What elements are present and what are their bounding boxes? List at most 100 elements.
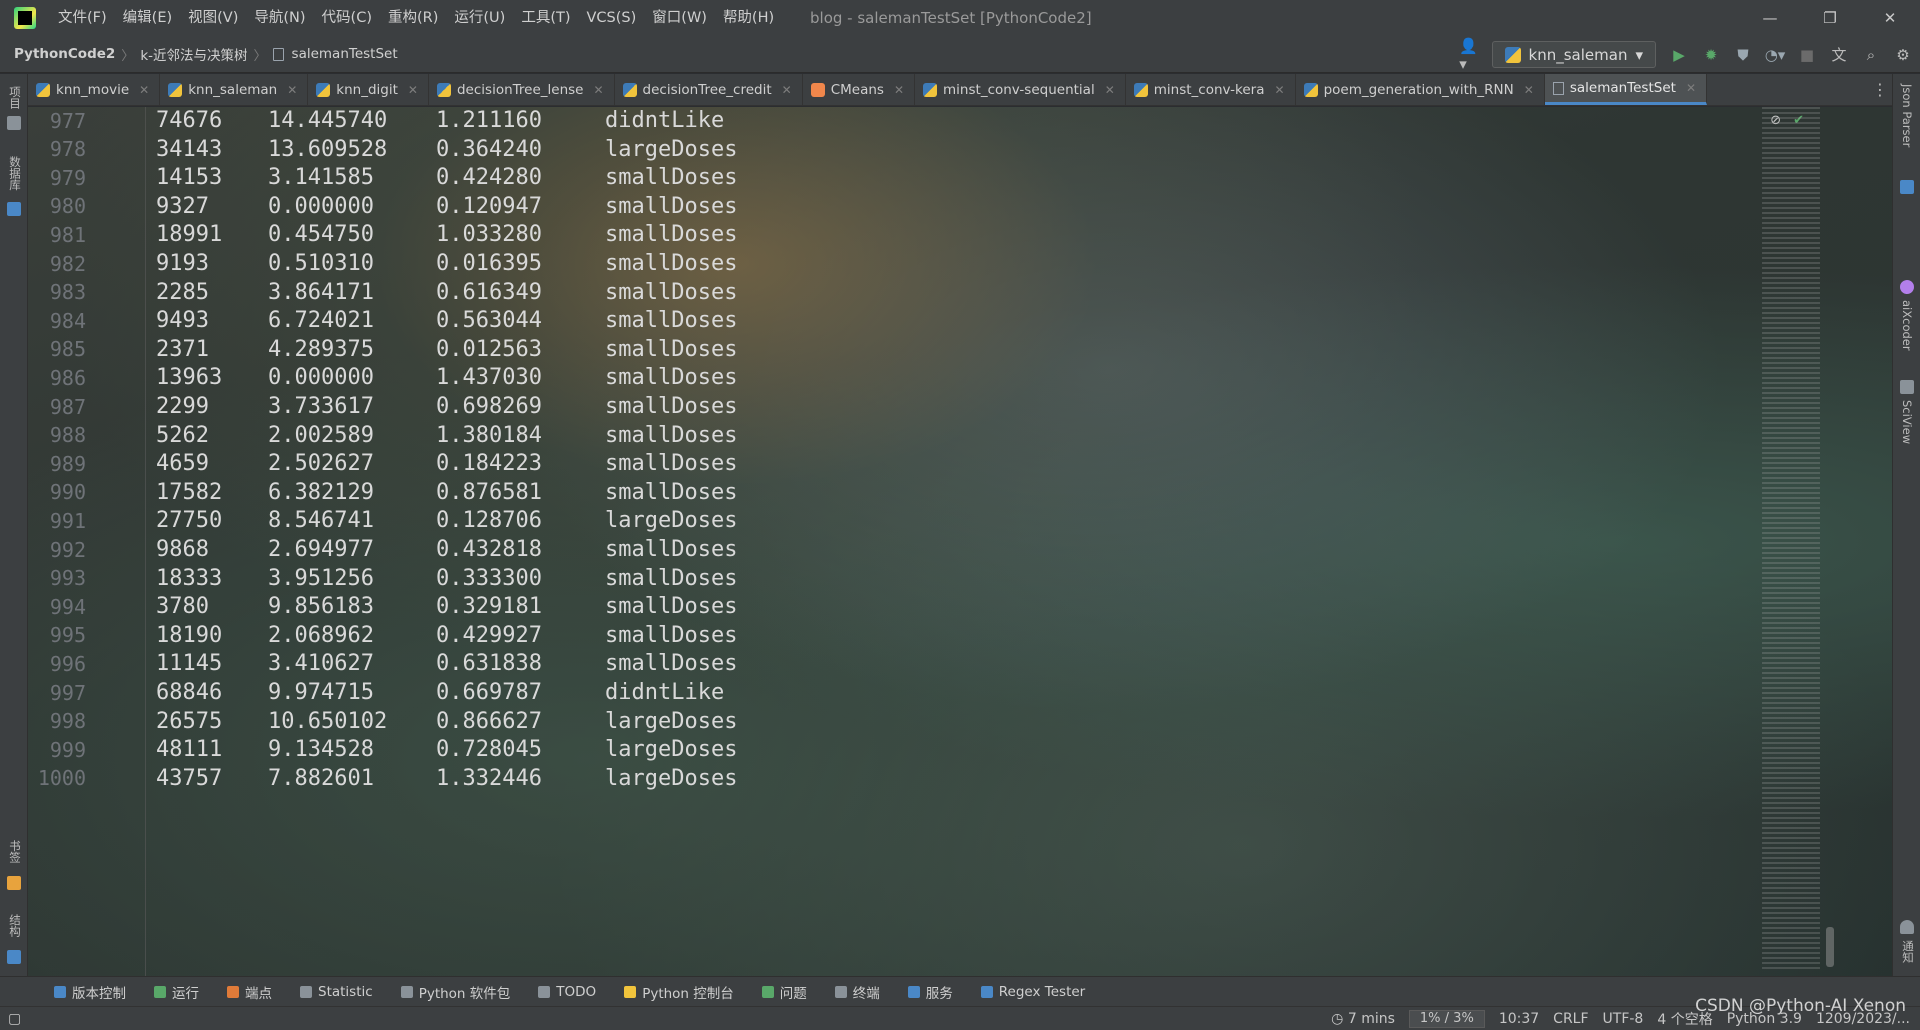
gear-icon[interactable]: ⚙ (1894, 46, 1912, 64)
line-separator[interactable]: CRLF (1553, 1011, 1588, 1027)
caret-position[interactable]: 10:37 (1499, 1011, 1539, 1027)
menu-item-2[interactable]: 视图(V) (180, 0, 246, 36)
bookmarks-tool-label[interactable]: 书签 (7, 840, 23, 863)
menu-item-3[interactable]: 导航(N) (246, 0, 313, 36)
tool-window-endpoints[interactable]: 端点 (213, 982, 286, 1002)
project-tool-label[interactable]: 项目 (7, 86, 23, 109)
code-minimap[interactable] (1762, 107, 1820, 969)
aixcoder-icon[interactable] (1900, 280, 1914, 294)
breadcrumb-separator: 〉 (253, 48, 267, 64)
code-token: didntLike (605, 108, 725, 133)
structure-tool-label[interactable]: 结构 (7, 914, 23, 937)
profile-icon[interactable]: ◔▾ (1765, 46, 1786, 64)
more-vertical-icon[interactable]: ⋮ (1872, 74, 1888, 106)
breadcrumb-separator: 〉 (121, 48, 135, 64)
close-icon[interactable]: ✕ (1524, 83, 1534, 97)
toggle-panels-icon[interactable]: ▢ (8, 1011, 21, 1027)
tool-window-run[interactable]: 运行 (140, 982, 213, 1002)
code-token: 1.380184 (436, 422, 542, 448)
tool-window-terminal[interactable]: 终端 (821, 982, 894, 1002)
code-token: 13.609528 (268, 136, 388, 162)
close-icon[interactable]: ✕ (408, 83, 418, 97)
code-token: smallDoses (605, 451, 738, 477)
plugin-icon[interactable] (1900, 180, 1914, 194)
run-configuration-select[interactable]: knn_saleman ▾ (1491, 41, 1656, 68)
tool-window-packages[interactable]: Python 软件包 (387, 982, 525, 1002)
text-file-icon (1552, 81, 1564, 95)
folder-icon[interactable] (7, 116, 21, 130)
python-file-icon (316, 82, 331, 97)
tab-salemanTestSet[interactable]: salemanTestSet ✕ (1544, 74, 1707, 105)
tab-knn_movie[interactable]: knn_movie ✕ (28, 74, 161, 105)
tab-knn_saleman[interactable]: knn_saleman ✕ (160, 74, 309, 105)
close-icon[interactable]: ✕ (1105, 83, 1115, 97)
coverage-icon[interactable]: ⛊ (1734, 46, 1752, 64)
menu-item-6[interactable]: 运行(U) (446, 0, 513, 36)
sciview-tool-label[interactable]: SciView (1900, 400, 1914, 444)
json-parser-tool-label[interactable]: Json Parser (1900, 84, 1914, 147)
menu-item-5[interactable]: 重构(R) (380, 0, 446, 36)
tab-decisionTree_credit[interactable]: decisionTree_credit ✕ (615, 74, 803, 105)
run-icon[interactable]: ▶ (1670, 46, 1688, 64)
python-file-icon (1303, 82, 1318, 97)
database-tool-label[interactable]: 数据库 (7, 156, 23, 191)
close-icon[interactable]: ✕ (1686, 81, 1696, 95)
tool-window-problems[interactable]: 问题 (748, 982, 821, 1002)
close-button[interactable]: ✕ (1860, 0, 1920, 36)
menu-item-9[interactable]: 窗口(W) (644, 0, 715, 36)
breadcrumb-file[interactable]: salemanTestSet (267, 46, 404, 62)
menu-item-0[interactable]: 文件(F) (50, 0, 115, 36)
close-icon[interactable]: ✕ (1275, 83, 1285, 97)
timer-status[interactable]: ◷ 7 mins (1331, 1011, 1395, 1027)
tab-knn_digit[interactable]: knn_digit ✕ (308, 74, 429, 105)
aixcoder-tool-label[interactable]: aiXcoder (1900, 300, 1914, 351)
tool-window-todo[interactable]: TODO (524, 984, 610, 1000)
notification-bell-icon[interactable] (1900, 920, 1914, 934)
sciview-icon[interactable] (1900, 380, 1914, 394)
tool-window-label: Regex Tester (998, 983, 1086, 1000)
code-editor[interactable]: ⊘ ✔ 9777467614.4457401.211160didntLike97… (28, 107, 1892, 976)
stop-icon[interactable]: ■ (1798, 46, 1816, 64)
close-icon[interactable]: ✕ (782, 83, 792, 97)
database-icon[interactable] (7, 202, 21, 216)
code-line[interactable]: 1000 43757 7.882601 1.332446 largeDoses (28, 761, 928, 796)
file-encoding[interactable]: UTF-8 (1603, 1011, 1644, 1027)
tab-poem_generation_with_RNN[interactable]: poem_generation_with_RNN ✕ (1296, 74, 1545, 105)
tool-window-services[interactable]: 服务 (894, 982, 967, 1002)
tab-minst_conv-kera[interactable]: minst_conv-kera ✕ (1126, 74, 1296, 105)
close-icon[interactable]: ✕ (593, 83, 603, 97)
breadcrumb-project[interactable]: PythonCode2 (0, 46, 121, 62)
close-icon[interactable]: ✕ (139, 83, 149, 97)
code-token: 2.502627 (268, 451, 374, 477)
menu-item-7[interactable]: 工具(T) (513, 0, 578, 36)
structure-icon[interactable] (7, 950, 21, 964)
bookmark-icon[interactable] (7, 876, 21, 890)
tab-label: knn_movie (56, 81, 130, 98)
user-icon[interactable]: 👤▾ (1459, 37, 1478, 73)
code-token: 0.333300 (436, 565, 542, 591)
tool-window-vcs[interactable]: 版本控制 (40, 982, 140, 1002)
debug-icon[interactable]: ✹ (1702, 46, 1720, 64)
tool-window-python-console[interactable]: Python 控制台 (610, 982, 748, 1002)
tab-CMeans[interactable]: CMeans ✕ (803, 74, 916, 105)
code-token: 0.184223 (436, 451, 542, 477)
menu-item-1[interactable]: 编辑(E) (115, 0, 180, 36)
tab-minst_conv-sequential[interactable]: minst_conv-sequential ✕ (915, 74, 1126, 105)
navigation-bar: PythonCode2 〉 k-近邻法与决策树 〉 salemanTestSet… (0, 36, 1920, 73)
tool-window-regex[interactable]: Regex Tester (967, 984, 1099, 1000)
vertical-scrollbar[interactable] (1826, 927, 1834, 967)
notifications-tool-label[interactable]: 通知 (1900, 940, 1916, 963)
tool-window-statistic[interactable]: Statistic (286, 984, 387, 1000)
tab-decisionTree_lense[interactable]: decisionTree_lense ✕ (429, 74, 615, 105)
restore-button[interactable]: ❐ (1800, 0, 1860, 36)
menu-item-4[interactable]: 代码(C) (314, 0, 380, 36)
memory-indicator[interactable]: 1% / 3% (1408, 1010, 1485, 1028)
breadcrumb-folder[interactable]: k-近邻法与决策树 (134, 44, 253, 64)
close-icon[interactable]: ✕ (894, 83, 904, 97)
menu-item-8[interactable]: VCS(S) (579, 0, 645, 36)
close-icon[interactable]: ✕ (287, 83, 297, 97)
menu-item-10[interactable]: 帮助(H) (715, 0, 782, 36)
search-icon[interactable]: ⌕ (1862, 46, 1880, 64)
minimize-button[interactable]: — (1740, 0, 1800, 36)
translate-icon[interactable]: 文 (1830, 46, 1848, 64)
